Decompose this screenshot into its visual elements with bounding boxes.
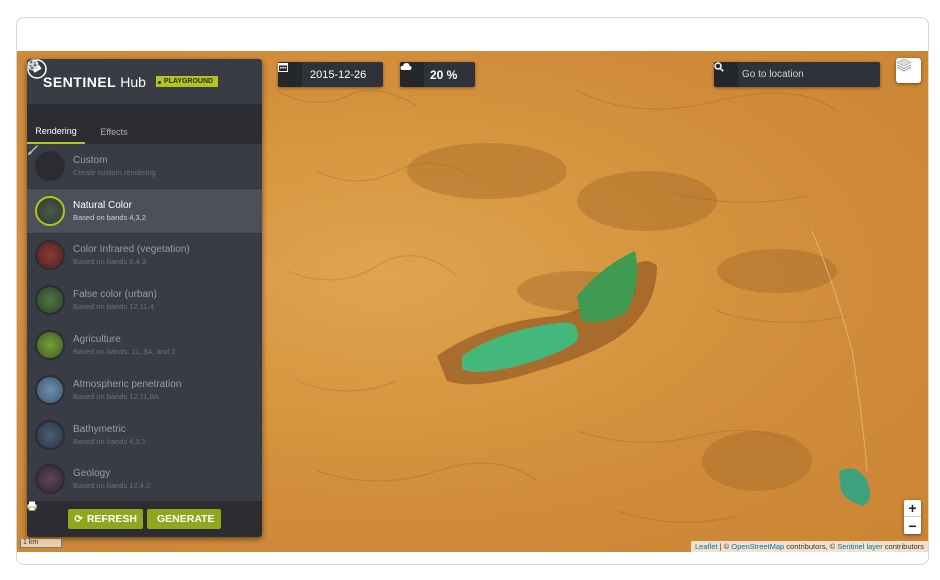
- rendering-item-custom[interactable]: Custom Create custom rendering: [27, 144, 262, 189]
- refresh-button[interactable]: ⟳ REFRESH: [68, 509, 143, 529]
- zoom-in-button[interactable]: +: [904, 500, 921, 517]
- rendering-item-natural-color[interactable]: Natural Color Based on bands 4,3,2: [27, 188, 262, 234]
- layers-button[interactable]: [896, 58, 921, 83]
- rendering-subtitle: Based on bands 12,4,2: [73, 481, 151, 491]
- rendering-title: False color (urban): [73, 289, 157, 301]
- cloud-icon: [400, 62, 424, 87]
- rendering-subtitle: Based on bands 12,11,8A: [73, 391, 159, 401]
- brand-header: SENTINEL Hub PLAYGROUND: [27, 59, 262, 104]
- rendering-title: Natural Color: [73, 199, 132, 211]
- tab-rendering[interactable]: Rendering: [27, 59, 85, 144]
- panel-tabs: Rendering Effects: [27, 59, 262, 144]
- tab-effects-label: Effects: [100, 126, 128, 137]
- rendering-subtitle: Based on bands 12,11,4: [73, 302, 154, 312]
- rendering-item-bathymetric[interactable]: Bathymetric Based on bands 4,3,1: [27, 413, 262, 458]
- zoom-out-button[interactable]: −: [904, 517, 921, 534]
- rendering-item-false-color-urban[interactable]: False color (urban) Based on bands 12,11,…: [27, 278, 262, 324]
- scale-bar: 1 km: [20, 539, 62, 548]
- rendering-title: Bathymetric: [73, 423, 126, 435]
- rendering-subtitle: Based on bands 4,3,2: [73, 212, 146, 222]
- rendering-subtitle: Based on bands: 11, 8A, and 2: [73, 347, 176, 357]
- date-picker[interactable]: 2015-12-26: [278, 62, 383, 87]
- rendering-subtitle: Based on bands 4,3,1: [73, 436, 146, 446]
- rendering-thumbnail: [35, 464, 65, 495]
- rendering-list: Custom Create custom rendering Natural Co…: [27, 144, 262, 503]
- browser-frame: SENTINEL Hub PLAYGROUND Rendering Effect…: [16, 17, 929, 565]
- search-input[interactable]: [742, 69, 877, 80]
- rendering-title: Atmospheric penetration: [73, 378, 182, 390]
- brush-icon: [28, 145, 65, 181]
- rendering-item-geology[interactable]: Geology Based on bands 12,4,2: [27, 458, 262, 503]
- rendering-thumbnail: [35, 285, 65, 316]
- sentinel-layer-link[interactable]: Sentinel layer: [837, 542, 882, 551]
- brand-suffix: Hub: [120, 73, 146, 90]
- cloud-coverage-value: 20 %: [430, 67, 458, 82]
- rendering-item-atmospheric-penetration[interactable]: Atmospheric penetration Based on bands 12…: [27, 368, 262, 413]
- rendering-title: Agriculture: [73, 334, 121, 346]
- brand-name: SENTINEL: [43, 73, 117, 90]
- rendering-thumbnail: [35, 240, 65, 271]
- rendering-subtitle: Based on bands 8,4,3: [73, 257, 146, 267]
- rendering-item-agriculture[interactable]: Agriculture Based on bands: 11, 8A, and 2: [27, 323, 262, 368]
- osm-link[interactable]: OpenStreetMap: [731, 542, 784, 551]
- cloud-coverage-control[interactable]: 20 %: [400, 62, 475, 87]
- rendering-thumbnail: [35, 330, 65, 361]
- refresh-label: REFRESH: [86, 513, 137, 525]
- rendering-thumbnail: [35, 195, 65, 226]
- rendering-title: Custom: [73, 154, 108, 166]
- rendering-item-color-infrared[interactable]: Color Infrared (vegetation) Based on band…: [27, 234, 262, 279]
- generate-label: GENERATE: [157, 513, 215, 525]
- zoom-control: + −: [904, 500, 921, 534]
- refresh-icon: ⟳: [74, 513, 83, 525]
- attribution-separator: | ©: [717, 542, 732, 551]
- leaflet-link[interactable]: Leaflet: [695, 542, 718, 551]
- tab-effects[interactable]: Effects: [28, 60, 143, 144]
- rendering-thumbnail: [35, 419, 65, 450]
- panel-footer: ⟳ REFRESH GENERATE: [27, 501, 262, 537]
- tab-rendering-label: Rendering: [35, 125, 77, 136]
- map-attribution: Leaflet | © OpenStreetMap contributors, …: [691, 541, 928, 552]
- rendering-title: Color Infrared (vegetation): [73, 244, 190, 256]
- rendering-subtitle: Create custom rendering: [73, 167, 156, 177]
- generate-button[interactable]: GENERATE: [27, 501, 221, 529]
- rendering-title: Geology: [73, 468, 111, 480]
- sidebar-panel: SENTINEL Hub PLAYGROUND Rendering Effect…: [27, 59, 262, 537]
- search-icon: [714, 62, 738, 87]
- rendering-thumbnail: [35, 374, 65, 405]
- attribution-text: contributors, ©: [784, 542, 838, 551]
- calendar-icon: [278, 62, 302, 87]
- playground-badge: PLAYGROUND: [155, 76, 219, 87]
- satellite-map[interactable]: SENTINEL Hub PLAYGROUND Rendering Effect…: [17, 51, 928, 552]
- date-value: 2015-12-26: [310, 68, 367, 81]
- location-search[interactable]: [714, 62, 880, 87]
- attribution-end: contributors: [882, 542, 924, 551]
